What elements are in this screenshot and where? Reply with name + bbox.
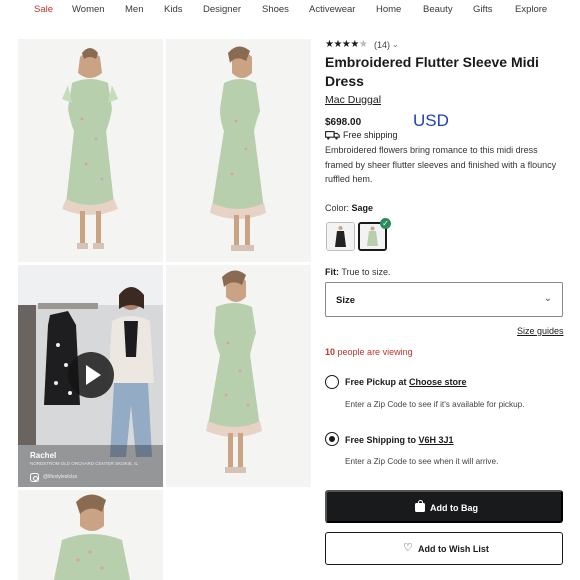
pickup-title-text: Free Pickup at: [345, 377, 407, 387]
viewing-count: 10: [325, 347, 336, 357]
nav-item-home[interactable]: Home: [376, 4, 401, 15]
review-count[interactable]: (14): [374, 40, 390, 50]
viewing-text: people are viewing: [337, 347, 413, 357]
product-image-side[interactable]: [166, 39, 311, 262]
size-dropdown-label: Size: [336, 295, 356, 306]
play-icon: [86, 365, 101, 385]
shipping-radio[interactable]: [325, 432, 339, 446]
product-image-front[interactable]: [18, 39, 163, 262]
nav-item-designer[interactable]: Designer: [203, 4, 241, 15]
product-title: Embroidered Flutter Sleeve Midi Dress: [325, 54, 539, 89]
video-creator-name: Rachel: [30, 451, 57, 460]
size-dropdown[interactable]: Size ⌄: [325, 282, 563, 317]
nav-item-gifts[interactable]: Gifts: [473, 4, 493, 15]
color-label-prefix: Color:: [325, 203, 350, 213]
selected-check-icon: ✓: [380, 218, 391, 229]
play-video-button[interactable]: [68, 352, 114, 398]
pickup-radio[interactable]: [325, 375, 339, 389]
product-image-three-quarter[interactable]: [166, 265, 311, 487]
nav-item-sale[interactable]: Sale: [34, 4, 53, 15]
chevron-down-icon[interactable]: ⌄: [392, 40, 399, 49]
shopping-bag-icon: [415, 499, 425, 512]
product-image-detail[interactable]: [18, 490, 163, 580]
instagram-icon: [30, 473, 39, 482]
currency-label: USD: [413, 111, 449, 130]
nav-item-shoes[interactable]: Shoes: [262, 4, 289, 15]
nav-item-explore[interactable]: Explore: [515, 4, 547, 15]
pickup-help-text: Enter a Zip Code to see if it's availabl…: [345, 400, 525, 409]
fit-info: Fit: True to size.: [325, 267, 391, 277]
shipping-option-title: Free Shipping to V6H 3J1: [345, 435, 454, 445]
fit-label: Fit:: [325, 267, 339, 277]
add-to-wishlist-button[interactable]: ♡ Add to Wish List: [325, 532, 563, 565]
choose-store-link[interactable]: Choose store: [409, 377, 467, 387]
heart-icon: ♡: [403, 542, 413, 554]
video-creator-handle[interactable]: @lifestylestclsx: [43, 474, 77, 480]
add-to-bag-button[interactable]: Add to Bag: [325, 490, 563, 523]
top-navigation: Sale Women Men Kids Designer Shoes Activ…: [0, 0, 580, 20]
free-shipping-label: Free shipping: [343, 130, 398, 140]
postal-code-link[interactable]: V6H 3J1: [419, 435, 454, 445]
shipping-title-text: Free Shipping to: [345, 435, 416, 445]
color-swatch-black[interactable]: [326, 222, 355, 251]
nav-item-beauty[interactable]: Beauty: [423, 4, 453, 15]
color-label-value: Sage: [351, 203, 374, 213]
viewing-notice: 10 people are viewing: [325, 347, 413, 357]
add-to-bag-label: Add to Bag: [430, 503, 478, 513]
video-creator-location: NORDSTROM OLD ORCHARD CENTER SKOKIE, IL: [30, 461, 139, 466]
rating-stars[interactable]: ★★★★★: [325, 39, 368, 50]
shipping-help-text: Enter a Zip Code to see when it will arr…: [345, 457, 499, 466]
pickup-option-title: Free Pickup at Choose store: [345, 377, 467, 387]
size-guides-link[interactable]: Size guides: [517, 326, 564, 336]
nav-item-activewear[interactable]: Activewear: [309, 4, 355, 15]
fit-value: True to size.: [341, 267, 391, 277]
nav-item-women[interactable]: Women: [72, 4, 105, 15]
chevron-down-icon: ⌄: [543, 293, 552, 304]
add-to-wishlist-label: Add to Wish List: [418, 544, 489, 554]
truck-icon: [325, 131, 340, 140]
nav-item-kids[interactable]: Kids: [164, 4, 182, 15]
product-price: $698.00: [325, 117, 362, 128]
brand-link[interactable]: Mac Duggal: [325, 94, 381, 106]
product-description: Embroidered flowers bring romance to thi…: [325, 145, 557, 184]
color-label: Color: Sage: [325, 203, 373, 213]
nav-item-men[interactable]: Men: [125, 4, 143, 15]
